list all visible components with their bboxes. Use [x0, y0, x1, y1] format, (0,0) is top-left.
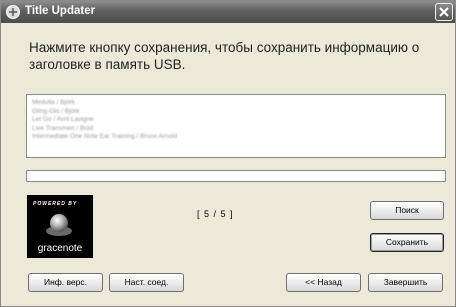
connection-settings-button[interactable]: Наст. соед.	[109, 273, 184, 292]
list-item[interactable]: Medulla / Björk	[32, 99, 440, 108]
close-button[interactable]	[435, 3, 453, 21]
finish-button[interactable]: Завершить	[368, 273, 443, 292]
title-bar[interactable]: Title Updater	[1, 1, 455, 23]
gracenote-brand-text: gracenote	[38, 243, 83, 254]
window-title: Title Updater	[25, 5, 96, 17]
back-button[interactable]: << Назад	[286, 273, 361, 292]
title-updater-window: Title Updater Нажмите кнопку сохранения,…	[0, 0, 456, 307]
search-button[interactable]: Поиск	[370, 201, 444, 220]
gracenote-logo: POWERED BY gracenote	[27, 195, 93, 258]
gracenote-logo-graphic: POWERED BY gracenote	[33, 201, 83, 254]
logo-orb-icon	[50, 214, 68, 232]
powered-by-text: POWERED BY	[33, 201, 77, 207]
instruction-text: Нажмите кнопку сохранения, чтобы сохрани…	[29, 40, 420, 72]
save-button[interactable]: Сохранить	[370, 233, 444, 252]
list-item[interactable]: Gling-Gló / Björk	[32, 108, 440, 117]
list-item[interactable]: Intermediate One Note Ear Training / Bru…	[32, 133, 440, 142]
version-info-button[interactable]: Инф. верс.	[28, 273, 103, 292]
list-item[interactable]: Let Go / Avril Lavigne	[32, 116, 440, 125]
list-item[interactable]: Live Transmen / Bold	[32, 125, 440, 134]
app-icon	[6, 5, 20, 19]
title-counter: [ 5 / 5 ]	[197, 209, 234, 219]
progress-bar	[26, 170, 446, 182]
title-list[interactable]: Medulla / Björk Gling-Gló / Björk Let Go…	[26, 94, 446, 158]
close-icon	[439, 7, 449, 17]
